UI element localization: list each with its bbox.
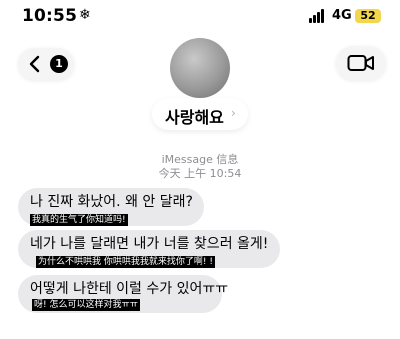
message-timestamp: 今天 上午 10:54 [158,167,242,180]
translation-caption: 呀! 怎么可以这样对我ㅠㅠ [32,299,141,311]
snowflake-icon: ❄ [79,7,91,23]
battery-indicator: 52 [355,9,381,23]
translation-caption: 我真的生气了你知道吗! [30,214,128,226]
message-text: 어떻게 나한테 이럴 수가 있어ㅠㅠ [30,281,229,297]
facetime-video-button[interactable] [336,46,386,80]
video-camera-icon [347,55,374,71]
status-bar: 10:55 ❄ 4G 52 [0,0,400,34]
back-button[interactable]: 1 [18,48,74,80]
chevron-right-icon: › [231,106,236,120]
contact-name-button[interactable]: 사랑해요 › [152,98,248,130]
contact-name: 사랑해요 [165,108,224,127]
translation-caption: 为什么不哄哄我 你哄哄我我就来找你了啊! ! [36,256,215,268]
status-time: 10:55 [22,6,78,26]
network-type: 4G [332,8,352,23]
message-text: 네가 나를 달래면 내가 너를 찾으러 올게! [30,236,269,252]
chevron-left-icon [29,55,40,73]
message-text: 나 진짜 화났어. 왜 안 달래? [30,194,193,210]
signal-icon [309,9,327,23]
unread-badge: 1 [50,55,68,73]
contact-avatar[interactable] [170,38,230,98]
